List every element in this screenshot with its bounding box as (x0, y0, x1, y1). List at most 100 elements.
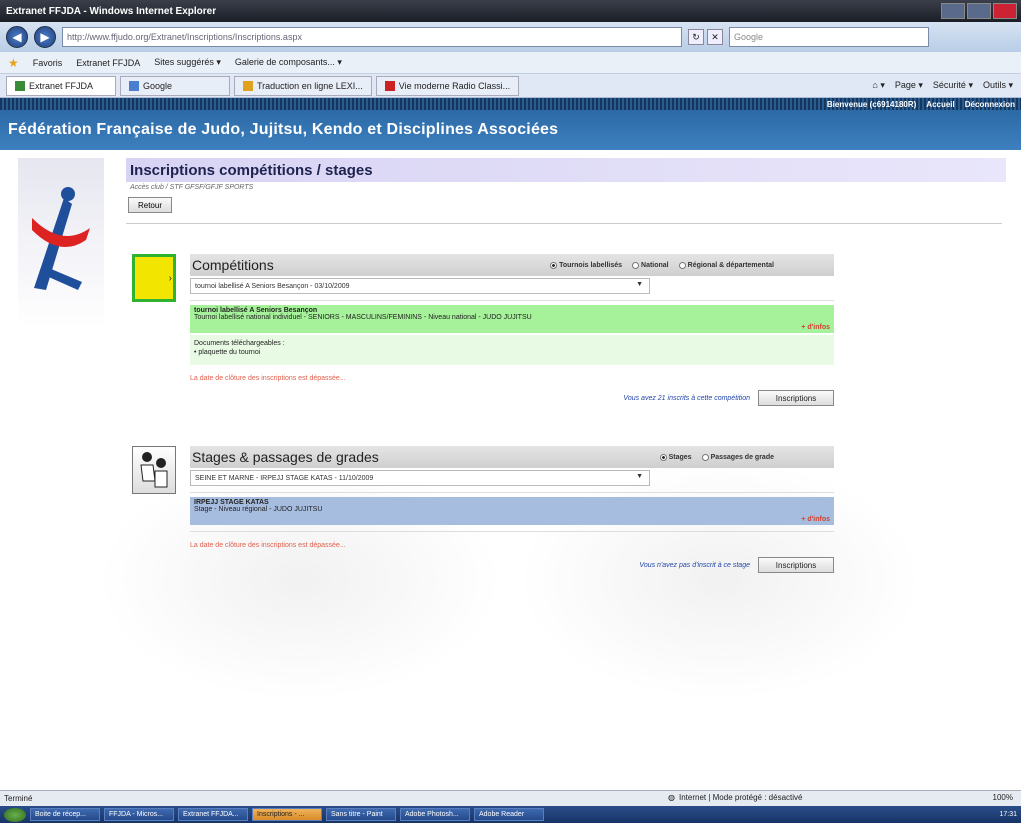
stage-type-radios: Stages Passages de grade (659, 453, 834, 461)
radio-labelled-tournaments[interactable]: Tournois labellisés (550, 261, 622, 269)
page-menu[interactable]: Page ▾ (895, 80, 923, 91)
taskbar-item[interactable]: Adobe Reader (474, 808, 544, 821)
radio-regional[interactable]: Régional & départemental (678, 261, 774, 269)
chevron-down-icon: ▼ (636, 281, 643, 288)
stage-icon (132, 446, 176, 494)
command-bar: ⌂ ▾ Page ▾ Sécurité ▾ Outils ▾ (872, 80, 1021, 91)
competitions-header: Compétitions Tournois labellisés Nationa… (190, 254, 834, 276)
no-registered-text[interactable]: Vous n'avez pas d'inscrit à ce stage (639, 562, 750, 569)
divider (190, 531, 834, 532)
federation-logo (18, 158, 104, 328)
competition-registration-row: Vous avez 21 inscrits à cette compétitio… (190, 390, 834, 406)
competition-register-button[interactable]: Inscriptions (758, 390, 834, 406)
minimize-button[interactable] (941, 3, 965, 19)
tab-bar: Extranet FFJDA Google Traduction en lign… (0, 74, 1021, 98)
competition-select[interactable]: tournoi labellisé A Seniors Besançon - 0… (190, 278, 650, 294)
back-button[interactable]: Retour (128, 197, 172, 213)
window-controls (941, 3, 1017, 19)
chevron-down-icon: ▼ (636, 473, 643, 480)
forward-arrow-icon[interactable]: ▶ (34, 26, 56, 48)
favorites-bar: ★ Favoris Extranet FFJDA Sites suggérés … (0, 52, 1021, 74)
status-text: Terminé (4, 794, 33, 803)
favorites-button[interactable]: Favoris (33, 58, 63, 68)
back-arrow-icon[interactable]: ◀ (6, 26, 28, 48)
more-info-link[interactable]: + d'infos (801, 324, 830, 331)
competition-type-radios: Tournois labellisés National Régional & … (550, 261, 834, 269)
zoom-level[interactable]: 100% (993, 793, 1013, 802)
security-zone[interactable]: ◍ Internet | Mode protégé : désactivé (668, 793, 802, 802)
page-title: Inscriptions compétitions / stages (126, 158, 1006, 182)
taskbar-item[interactable]: FFJDA - Micros... (104, 808, 174, 821)
radio-icon (384, 80, 395, 91)
stage-register-button[interactable]: Inscriptions (758, 557, 834, 573)
tab-label: Vie moderne Radio Classi... (398, 80, 511, 91)
tab-google[interactable]: Google (120, 75, 230, 96)
page-icon (15, 80, 25, 91)
radio-grade-passages[interactable]: Passages de grade (701, 453, 774, 461)
tab-label: Traduction en ligne LEXI... (257, 80, 363, 91)
stage-info-box: IRPEJJ STAGE KATAS Stage - Niveau région… (190, 497, 834, 525)
window-titlebar: Extranet FFJDA - Windows Internet Explor… (0, 0, 1021, 22)
zone-text: Internet | Mode protégé : désactivé (678, 793, 803, 802)
divider (190, 492, 834, 493)
refresh-icon[interactable]: ↻ (688, 29, 704, 45)
registered-count-text[interactable]: Vous avez 21 inscrits à cette compétitio… (623, 395, 750, 402)
stage-info-title: IRPEJJ STAGE KATAS (194, 499, 269, 506)
taskbar-item-active[interactable]: Inscriptions - ... (252, 808, 322, 821)
window-title: Extranet FFJDA - Windows Internet Explor… (6, 5, 217, 17)
stop-icon[interactable]: ✕ (707, 29, 723, 45)
tab-label: Extranet FFJDA (29, 80, 94, 91)
stages-header: Stages & passages de grades Stages Passa… (190, 446, 834, 468)
address-bar: ◀ ▶ http://www.ffjudo.org/Extranet/Inscr… (0, 22, 1021, 52)
tools-menu[interactable]: Outils ▾ (983, 80, 1013, 91)
taskbar-item[interactable]: Boite de récep... (30, 808, 100, 821)
welcome-text: Bienvenue (c6914180R) (826, 99, 917, 109)
radio-stages[interactable]: Stages (659, 453, 692, 461)
favorite-link-gallery[interactable]: Galerie de composants... ▾ (235, 57, 342, 68)
more-info-link[interactable]: + d'infos (801, 516, 830, 523)
stage-selected-value: SEINE ET MARNE - IRPEJJ STAGE KATAS - 11… (195, 474, 374, 482)
close-button[interactable] (993, 3, 1017, 19)
status-bar: Terminé ◍ Internet | Mode protégé : désa… (0, 790, 1021, 806)
competitions-body: Compétitions Tournois labellisés Nationa… (190, 254, 834, 406)
competition-info-detail: Tournoi labellisé national individuel - … (194, 314, 532, 321)
site-banner: Fédération Française de Judo, Jujitsu, K… (0, 110, 1021, 150)
taskbar-item[interactable]: Adobe Photosh... (400, 808, 470, 821)
competition-info-title: tournoi labellisé A Seniors Besançon (194, 307, 318, 314)
favorites-star-icon[interactable]: ★ (8, 56, 19, 70)
closed-registration-message: La date de clôture des inscriptions est … (190, 542, 346, 549)
url-input[interactable]: http://www.ffjudo.org/Extranet/Inscripti… (62, 27, 682, 47)
downloadable-documents: Documents téléchargeables : • plaquette … (190, 335, 834, 365)
tab-radio[interactable]: Vie moderne Radio Classi... (375, 75, 520, 96)
taskbar-item[interactable]: Sans titre - Paint (326, 808, 396, 821)
tournament-brochure-link[interactable]: • plaquette du tournoi (194, 348, 830, 357)
radio-national[interactable]: National (632, 261, 669, 269)
competition-selected-value: tournoi labellisé A Seniors Besançon - 0… (195, 282, 350, 290)
stage-info-detail: Stage - Niveau régional - JUDO JUJITSU (194, 506, 323, 513)
top-links-strip: Bienvenue (c6914180R) Accueil Déconnexio… (0, 98, 1021, 110)
logout-link[interactable]: Déconnexion (965, 100, 1015, 109)
home-icon[interactable]: ⌂ ▾ (872, 80, 884, 91)
closed-registration-message: La date de clôture des inscriptions est … (190, 375, 346, 382)
search-input[interactable]: Google (729, 27, 929, 47)
breadcrumb: Accès club / STF GFSF/GFJF SPORTS (130, 184, 254, 191)
home-link[interactable]: Accueil (926, 100, 954, 109)
tab-extranet[interactable]: Extranet FFJDA (6, 75, 116, 96)
web-page: Bienvenue (c6914180R) Accueil Déconnexio… (0, 98, 1021, 790)
google-icon (129, 80, 139, 91)
documents-title: Documents téléchargeables : (194, 340, 285, 347)
favorite-link-extranet[interactable]: Extranet FFJDA (76, 58, 140, 68)
start-button[interactable] (4, 807, 26, 822)
maximize-button[interactable] (967, 3, 991, 19)
taskbar-item[interactable]: Extranet FFJDA... (178, 808, 248, 821)
address-actions: ↻ ✕ (688, 29, 723, 45)
competition-icon: › (132, 254, 176, 302)
favorite-link-suggested[interactable]: Sites suggérés ▾ (154, 57, 221, 68)
stage-select[interactable]: SEINE ET MARNE - IRPEJJ STAGE KATAS - 11… (190, 470, 650, 486)
security-menu[interactable]: Sécurité ▾ (933, 80, 973, 91)
tab-translation[interactable]: Traduction en ligne LEXI... (234, 75, 372, 96)
judoka-pictogram-icon (140, 452, 168, 488)
competition-info-box: tournoi labellisé A Seniors Besançon Tou… (190, 305, 834, 333)
stages-body: Stages & passages de grades Stages Passa… (190, 446, 834, 573)
globe-icon: ◍ (668, 793, 675, 802)
